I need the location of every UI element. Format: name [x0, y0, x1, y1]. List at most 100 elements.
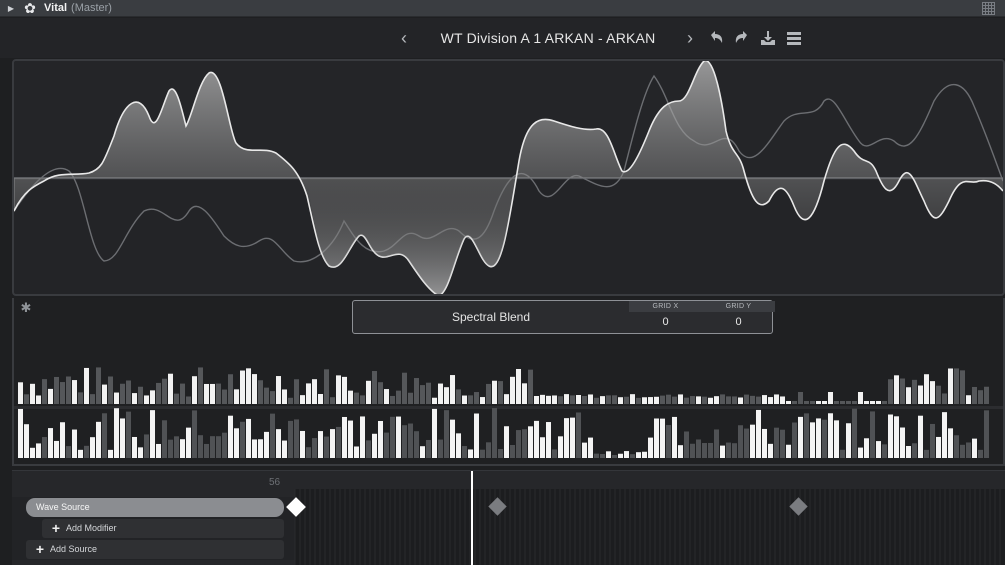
- spectrum-bar: [480, 449, 485, 458]
- add-modifier-button[interactable]: + Add Modifier: [42, 519, 284, 538]
- spectrum-bar: [630, 454, 635, 458]
- spectrum-bar: [882, 444, 887, 458]
- frame-timeline[interactable]: [283, 471, 1005, 565]
- previous-preset-button[interactable]: ‹: [394, 27, 414, 49]
- spectrum-bar: [804, 413, 809, 458]
- wave-source-label: Wave Source: [36, 502, 90, 512]
- spectrum-bar: [828, 413, 833, 458]
- spectrum-bar: [540, 394, 545, 404]
- spectrum-bar: [378, 420, 383, 458]
- spectrum-bar: [102, 384, 107, 404]
- spectrum-bar: [438, 383, 443, 404]
- spectrum-bar: [756, 409, 761, 458]
- grid-y-control[interactable]: GRID Y 0: [702, 301, 775, 333]
- gear-icon[interactable]: ✿: [22, 0, 38, 16]
- spectrum-bar: [162, 378, 167, 404]
- spectrum-bar: [252, 374, 257, 404]
- spectrum-bar: [822, 419, 827, 458]
- spectrum-bar: [300, 395, 305, 404]
- spectrum-bar: [792, 422, 797, 458]
- spectrum-bar: [438, 439, 443, 458]
- spectrum-bar: [594, 453, 599, 458]
- grid-x-control[interactable]: GRID X 0: [629, 301, 702, 333]
- gear-icon[interactable]: ✱: [19, 301, 33, 315]
- spectrum-bar: [570, 417, 575, 458]
- spectrum-bar: [258, 439, 263, 458]
- spectrum-bar: [42, 379, 47, 404]
- spectrum-bar: [642, 397, 647, 404]
- spectrum-bar: [414, 378, 419, 404]
- spectral-blend-label[interactable]: Spectral Blend: [353, 301, 629, 333]
- spectrum-bar: [888, 379, 893, 404]
- spectrum-bar: [588, 394, 593, 404]
- spectrum-bar: [942, 412, 947, 458]
- modulation-panel: 56 Wave Source + Add Modifier + Add Sour…: [12, 470, 1005, 565]
- spectrum-bar: [480, 397, 485, 404]
- spectrum-bar: [708, 442, 713, 458]
- spectrum-bar: [132, 436, 137, 458]
- spectrum-bar: [894, 416, 899, 458]
- spectrum-bar: [762, 395, 767, 404]
- spectrum-bar: [498, 381, 503, 404]
- spectrum-bar: [288, 420, 293, 458]
- spectrum-bar: [114, 392, 119, 404]
- spectrum-bar: [930, 381, 935, 404]
- undo-icon[interactable]: [705, 27, 727, 49]
- spectrum-bar: [570, 395, 575, 404]
- spectrum-bar: [336, 426, 341, 458]
- spectrum-bar: [498, 449, 503, 458]
- menu-icon[interactable]: [783, 27, 805, 49]
- spectrum-bar: [420, 385, 425, 404]
- spectrum-bar: [618, 453, 623, 458]
- spectrum-bar: [678, 394, 683, 404]
- spectrum-bar: [186, 427, 191, 458]
- grid-y-value[interactable]: 0: [702, 312, 775, 333]
- wave-source-row[interactable]: Wave Source: [26, 498, 284, 517]
- spectrum-bar: [918, 415, 923, 458]
- plugin-context: (Master): [71, 2, 112, 14]
- grid-x-value[interactable]: 0: [629, 312, 702, 333]
- spectrum-bar: [954, 368, 959, 404]
- spectrum-bar: [54, 376, 59, 404]
- spectrum-bar: [330, 429, 335, 458]
- spectral-blend-control[interactable]: Spectral Blend GRID X 0 GRID Y 0: [352, 300, 775, 334]
- spectrum-bar: [426, 439, 431, 458]
- next-preset-button[interactable]: ›: [680, 27, 700, 49]
- save-icon[interactable]: [757, 27, 779, 49]
- spectrum-bar: [714, 429, 719, 458]
- wavetable-display[interactable]: [12, 59, 1005, 296]
- spectrum-bar: [768, 443, 773, 458]
- spectrum-bar: [348, 420, 353, 458]
- spectrum-bar: [756, 396, 761, 404]
- grid-icon[interactable]: [982, 2, 995, 15]
- spectrum-bar: [624, 396, 629, 404]
- spectrum-bar: [492, 380, 497, 404]
- redo-icon[interactable]: [731, 27, 753, 49]
- spectrum-bar: [174, 436, 179, 458]
- grid-x-label: GRID X: [629, 301, 702, 312]
- triangle-right-icon[interactable]: ▶: [4, 0, 18, 17]
- spectrum-bar: [150, 390, 155, 404]
- spectrum-bar: [396, 416, 401, 458]
- spectrum-bar: [750, 395, 755, 404]
- spectrum-bar: [408, 423, 413, 458]
- spectrum-bar: [510, 444, 515, 458]
- spectral-display[interactable]: ✱ Spectral Blend GRID X 0 GRID Y 0: [12, 298, 1005, 466]
- spectrum-bar: [744, 394, 749, 404]
- preset-name[interactable]: WT Division A 1 ARKAN - ARKAN: [420, 27, 676, 49]
- spectrum-bar: [126, 411, 131, 458]
- spectrum-bar: [960, 370, 965, 404]
- spectrum-bar: [258, 380, 263, 404]
- spectrum-bar: [564, 394, 569, 404]
- spectrum-bar: [702, 396, 707, 404]
- spectrum-bar: [156, 382, 161, 404]
- spectrum-bar: [402, 425, 407, 458]
- spectrum-bar: [720, 445, 725, 458]
- spectrum-bar: [294, 379, 299, 404]
- spectrum-bar: [204, 443, 209, 458]
- spectrum-bar: [102, 413, 107, 458]
- spectrum-bar: [270, 391, 275, 404]
- add-source-button[interactable]: + Add Source: [26, 540, 284, 559]
- spectrum-bar: [636, 397, 641, 404]
- spectrum-bar: [696, 396, 701, 404]
